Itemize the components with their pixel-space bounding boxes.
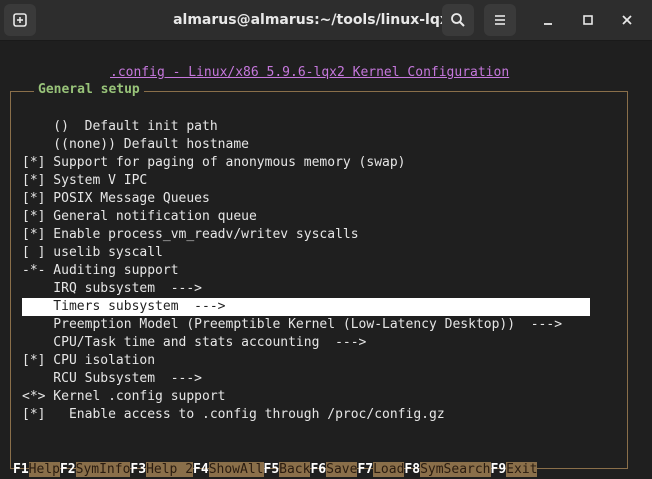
menu-item[interactable]: IRQ subsystem ---> [22,280,590,298]
menu-item[interactable]: [*] Enable process_vm_readv/writev sysca… [22,226,590,244]
fkey-number: F1 [13,462,29,477]
fkey-number: F8 [404,462,421,477]
menu-button[interactable] [484,4,516,36]
fkey-number: F2 [59,462,76,477]
fkey-exit-button[interactable]: Exit [506,462,538,477]
menu-list: () Default init path ((none)) Default ho… [22,118,590,424]
menu-item[interactable]: CPU/Task time and stats accounting ---> [22,334,590,352]
section-title: General setup [34,82,144,97]
search-icon [451,13,465,27]
window-titlebar: almarus@almarus:~/tools/linux-lqx [0,0,652,41]
fkey-number: F6 [310,462,327,477]
menu-item[interactable]: [*] Support for paging of anonymous memo… [22,154,590,172]
menu-item[interactable]: [ ] uselib syscall [22,244,590,262]
minimize-icon [544,23,552,25]
minimize-button[interactable] [532,4,564,36]
fkey-number: F7 [357,462,374,477]
terminal-area[interactable]: .config - Linux/x86 5.9.6-lqx2 Kernel Co… [0,41,652,479]
fkey-number: F4 [193,462,209,477]
fkey-back-button[interactable]: Back [279,462,311,477]
menu-item[interactable]: [*] CPU isolation [22,352,590,370]
fkey-load-button[interactable]: Load [373,462,405,477]
menu-item[interactable]: RCU Subsystem ---> [22,370,590,388]
menu-item[interactable]: () Default init path [22,118,590,136]
menu-item[interactable]: <*> Kernel .config support [22,388,590,406]
fkey-symsearch-button[interactable]: SymSearch [420,462,491,477]
fkey-number: F9 [490,462,507,477]
fkey-save-button[interactable]: Save [326,462,358,477]
fkey-number: F5 [263,462,280,477]
menu-item[interactable]: [*] POSIX Message Queues [22,190,590,208]
close-button[interactable] [611,4,643,36]
menu-item[interactable]: ((none)) Default hostname [22,136,590,154]
menu-item-selected[interactable]: Timers subsystem ---> [22,298,590,316]
fkey-showall-button[interactable]: ShowAll [208,462,264,477]
maximize-icon [583,15,593,25]
menu-item[interactable]: Preemption Model (Preemptible Kernel (Lo… [22,316,590,334]
close-icon [622,15,632,25]
menu-item[interactable]: -*- Auditing support [22,262,590,280]
fkey-syminfo-button[interactable]: SymInfo [75,462,131,477]
menu-item[interactable]: [*] System V IPC [22,172,590,190]
menu-item[interactable]: [*] Enable access to .config through /pr… [22,406,590,424]
fkey-number: F3 [130,462,147,477]
fkey-help-2-button[interactable]: Help 2 [146,462,194,477]
function-key-bar: F1HelpF2SymInfoF3Help 2F4ShowAllF5BackF6… [13,461,538,479]
menu-item[interactable]: [*] General notification queue [22,208,590,226]
kconfig-title: .config - Linux/x86 5.9.6-lqx2 Kernel Co… [110,65,510,80]
hamburger-menu-icon [495,15,505,25]
search-button[interactable] [442,4,474,36]
fkey-help-button[interactable]: Help [28,462,60,477]
maximize-button[interactable] [572,4,604,36]
